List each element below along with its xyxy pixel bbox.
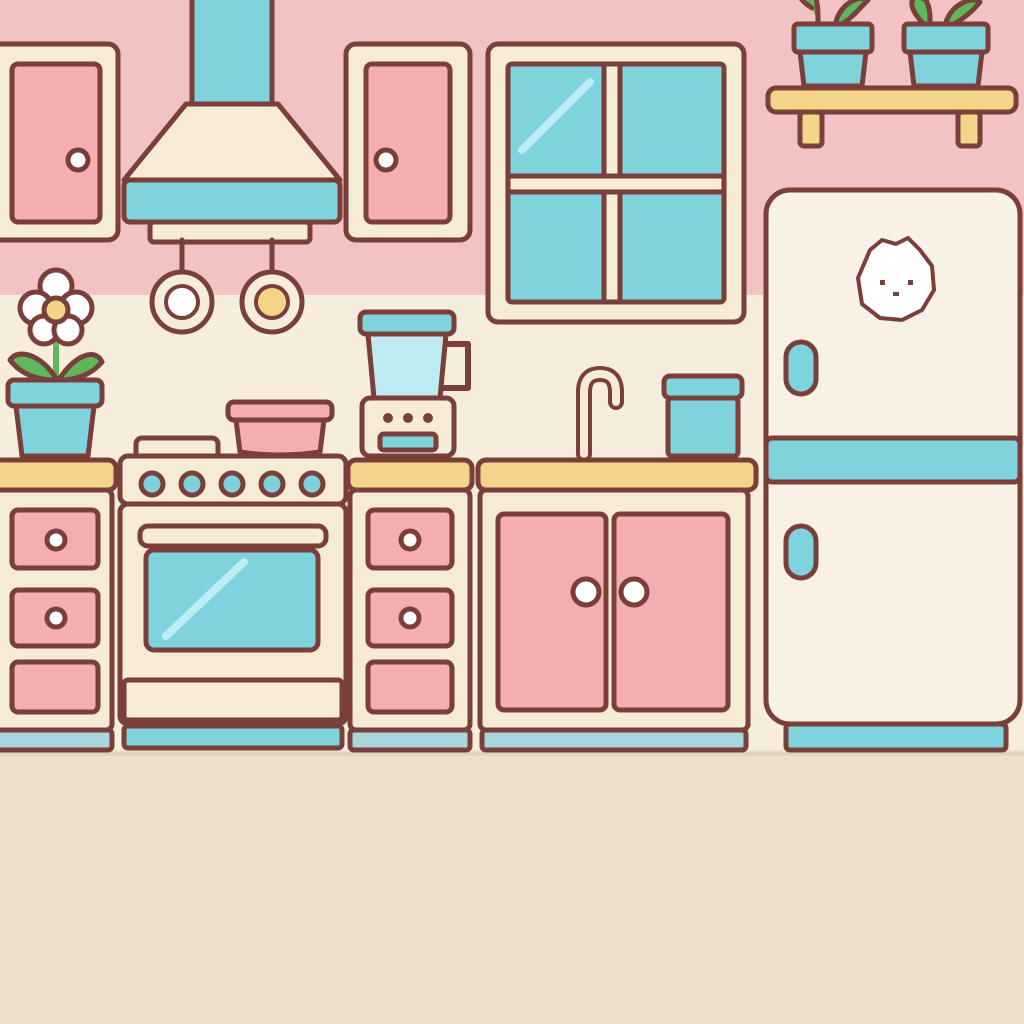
counter-right xyxy=(475,457,759,493)
kitchen-scene xyxy=(0,0,1024,1024)
flower-pot xyxy=(5,267,105,459)
upper-cabinet-left[interactable] xyxy=(0,41,121,243)
upper-cabinet-right[interactable] xyxy=(343,41,473,243)
drawer[interactable] xyxy=(9,659,101,715)
stove-knob[interactable] xyxy=(218,470,246,498)
drawer-cabinet-middle[interactable] xyxy=(347,487,473,753)
cabinet-door-right[interactable] xyxy=(611,511,731,713)
sink-cabinet-doors[interactable] xyxy=(477,487,751,753)
stove-knob[interactable] xyxy=(258,470,286,498)
floor-edge xyxy=(0,752,1024,756)
stove-knob[interactable] xyxy=(298,470,326,498)
floor xyxy=(0,750,1024,1024)
cabinet-door-left[interactable] xyxy=(495,511,609,713)
counter-middle xyxy=(345,457,475,493)
fridge-handle-lower[interactable] xyxy=(783,523,819,581)
cabinet-knob xyxy=(373,147,399,173)
counter-left xyxy=(0,457,119,493)
drawer-cabinet-left[interactable] xyxy=(0,487,115,753)
fridge-magnet-face xyxy=(856,236,936,322)
kitchen-window xyxy=(485,41,747,325)
fridge-handle-upper[interactable] xyxy=(783,339,819,397)
stove-with-oven[interactable] xyxy=(117,435,349,751)
stove-knob[interactable] xyxy=(138,470,166,498)
cabinet-knob xyxy=(65,147,91,173)
stove-knob[interactable] xyxy=(178,470,206,498)
refrigerator[interactable] xyxy=(763,187,1023,753)
cooking-pot xyxy=(225,399,335,458)
canister xyxy=(661,373,745,459)
drawer[interactable] xyxy=(365,659,455,715)
